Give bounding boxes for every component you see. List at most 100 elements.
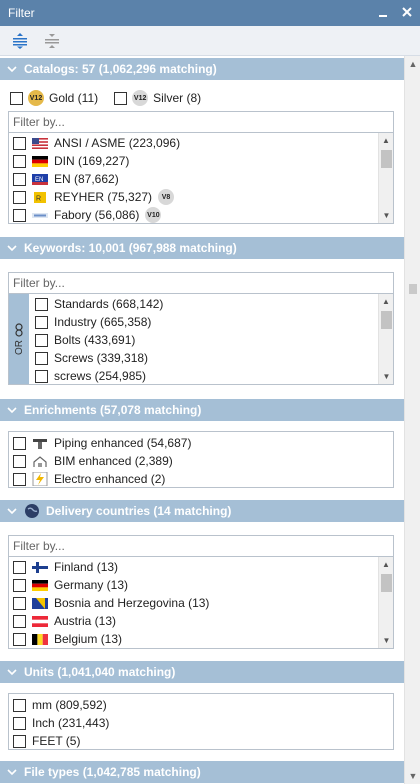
list-item[interactable]: Bolts (433,691) — [31, 331, 393, 349]
checkbox[interactable] — [13, 734, 26, 748]
collapse-all-icon[interactable] — [42, 31, 62, 51]
catalogs-filter-input[interactable] — [9, 112, 393, 133]
checkbox[interactable] — [13, 154, 26, 168]
window-title: Filter — [8, 6, 35, 20]
reyher-logo-icon: R — [32, 191, 48, 203]
list-item[interactable]: Fabory (56,086) V10 — [9, 206, 393, 224]
keyword-item-label: Standards (668,142) — [54, 297, 164, 311]
svg-text:EN: EN — [35, 177, 43, 183]
toolbar — [0, 26, 420, 56]
checkbox[interactable] — [13, 632, 26, 646]
list-item[interactable]: FEET (5) — [9, 732, 393, 750]
list-item[interactable]: Belgium (13) — [9, 630, 393, 648]
v8-badge: V8 — [158, 189, 175, 205]
units-panel: mm (809,592) Inch (231,443) FEET (5) — [8, 693, 394, 750]
scroll-down-icon[interactable]: ▼ — [379, 369, 394, 384]
checkbox[interactable] — [13, 172, 26, 186]
list-item[interactable]: Electro enhanced (2) — [9, 470, 393, 488]
close-icon[interactable] — [400, 4, 414, 20]
gold-checkbox[interactable] — [10, 91, 23, 105]
list-item[interactable]: mm (809,592) — [9, 696, 393, 714]
scroll-thumb[interactable] — [381, 150, 392, 168]
delivery-filter-input[interactable] — [9, 536, 393, 557]
list-item[interactable]: EN EN (87,662) — [9, 170, 393, 188]
checkbox[interactable] — [35, 333, 48, 347]
scroll-thumb[interactable] — [381, 311, 392, 329]
delivery-list-scrollbar[interactable]: ▲ ▼ — [378, 557, 393, 648]
scroll-down-icon[interactable]: ▼ — [379, 633, 394, 648]
globe-icon — [24, 503, 40, 519]
premium-filter-row: V12 Gold (11) V12 Silver (8) — [10, 90, 201, 106]
or-toggle[interactable]: OR — [9, 294, 29, 384]
fabory-logo-icon — [32, 210, 48, 221]
silver-checkbox[interactable] — [114, 91, 128, 105]
bim-building-icon — [32, 455, 48, 467]
scroll-thumb[interactable] — [409, 284, 417, 294]
pin-icon[interactable] — [376, 4, 390, 20]
catalogs-header-label: Catalogs: 57 (1,062,296 matching) — [24, 62, 217, 76]
keywords-section-header[interactable]: Keywords: 10,001 (967,988 matching) — [0, 237, 404, 259]
checkbox[interactable] — [13, 578, 26, 592]
finland-flag-icon — [32, 561, 48, 573]
list-item[interactable]: Piping enhanced (54,687) — [9, 434, 393, 452]
units-section-header[interactable]: Units (1,041,040 matching) — [0, 661, 404, 683]
list-item[interactable]: ANSI / ASME (223,096) — [9, 134, 393, 152]
checkbox[interactable] — [13, 560, 26, 574]
delivery-section-header[interactable]: Delivery countries (14 matching) — [0, 500, 404, 522]
list-item[interactable]: Screws (339,318) — [31, 349, 393, 367]
scroll-up-icon[interactable]: ▲ — [379, 133, 393, 148]
keywords-filter-input[interactable] — [9, 273, 393, 294]
list-item[interactable]: screws (254,985) — [31, 367, 393, 385]
list-item[interactable]: BIM enhanced (2,389) — [9, 452, 393, 470]
checkbox[interactable] — [35, 315, 48, 329]
checkbox[interactable] — [13, 716, 26, 730]
delivery-header-label: Delivery countries (14 matching) — [46, 504, 232, 518]
checkbox[interactable] — [13, 436, 26, 450]
keywords-panel: OR Standards (668,142) Industry (665,358… — [8, 272, 394, 385]
unit-item-label: FEET (5) — [32, 734, 81, 748]
checkbox[interactable] — [35, 369, 48, 383]
v10-badge: V10 — [145, 207, 162, 223]
catalogs-section-header[interactable]: Catalogs: 57 (1,062,296 matching) — [0, 58, 404, 80]
scroll-down-icon[interactable]: ▼ — [405, 768, 420, 784]
unit-item-label: Inch (231,443) — [32, 716, 110, 730]
scroll-down-icon[interactable]: ▼ — [379, 208, 394, 223]
scroll-thumb[interactable] — [381, 574, 392, 592]
catalog-item-label: ANSI / ASME (223,096) — [54, 136, 181, 150]
enrichment-item-label: Electro enhanced (2) — [54, 472, 166, 486]
keyword-item-label: Bolts (433,691) — [54, 333, 136, 347]
checkbox[interactable] — [13, 454, 26, 468]
chevron-down-icon — [6, 63, 18, 75]
checkbox[interactable] — [13, 136, 26, 150]
checkbox[interactable] — [13, 614, 26, 628]
checkbox[interactable] — [13, 596, 26, 610]
list-item[interactable]: Standards (668,142) — [31, 295, 393, 313]
checkbox[interactable] — [35, 297, 48, 311]
filter-content: Catalogs: 57 (1,062,296 matching) V12 Go… — [0, 56, 404, 784]
list-item[interactable]: Austria (13) — [9, 612, 393, 630]
checkbox[interactable] — [35, 351, 48, 365]
list-item[interactable]: Germany (13) — [9, 576, 393, 594]
list-item[interactable]: R REYHER (75,327) V8 — [9, 188, 393, 206]
checkbox[interactable] — [13, 472, 26, 486]
list-item[interactable]: Bosnia and Herzegovina (13) — [9, 594, 393, 612]
catalog-item-label: EN (87,662) — [54, 172, 119, 186]
scroll-up-icon[interactable]: ▲ — [379, 294, 393, 309]
filetypes-section-header[interactable]: File types (1,042,785 matching) — [0, 761, 404, 783]
svg-text:R: R — [36, 195, 41, 202]
scroll-up-icon[interactable]: ▲ — [379, 557, 393, 572]
keywords-list-scrollbar[interactable]: ▲ ▼ — [378, 294, 393, 384]
scroll-up-icon[interactable]: ▲ — [405, 56, 420, 72]
checkbox[interactable] — [13, 190, 26, 204]
catalogs-list-scrollbar[interactable]: ▲ ▼ — [378, 133, 393, 223]
main-scrollbar[interactable]: ▲ ▼ — [404, 56, 420, 784]
enrichments-section-header[interactable]: Enrichments (57,078 matching) — [0, 399, 404, 421]
checkbox[interactable] — [13, 208, 26, 222]
list-item[interactable]: DIN (169,227) — [9, 152, 393, 170]
list-item[interactable]: Finland (13) — [9, 558, 393, 576]
keyword-item-label: screws (254,985) — [54, 369, 147, 383]
expand-all-icon[interactable] — [10, 31, 30, 51]
list-item[interactable]: Industry (665,358) — [31, 313, 393, 331]
checkbox[interactable] — [13, 698, 26, 712]
list-item[interactable]: Inch (231,443) — [9, 714, 393, 732]
